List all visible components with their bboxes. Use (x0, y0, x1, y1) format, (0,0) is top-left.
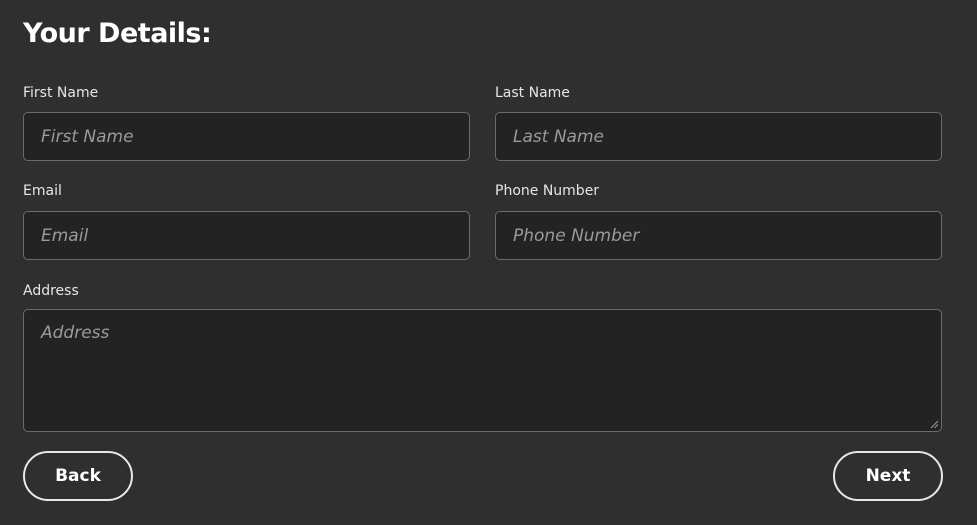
email-group: Email (23, 182, 470, 260)
last-name-label: Last Name (495, 85, 570, 101)
phone-label: Phone Number (495, 183, 600, 199)
first-name-group: First Name (23, 84, 470, 161)
last-name-group: Last Name (495, 84, 942, 161)
resize-grip-icon[interactable] (930, 420, 939, 429)
address-label: Address (23, 283, 79, 299)
first-name-label: First Name (23, 85, 99, 101)
last-name-input[interactable] (495, 112, 942, 161)
first-name-input[interactable] (23, 112, 470, 161)
form-title: Your Details: (23, 18, 212, 49)
address-textarea[interactable] (23, 309, 942, 432)
address-group: Address (23, 282, 942, 432)
phone-group: Phone Number (495, 182, 942, 260)
phone-input[interactable] (495, 211, 942, 260)
email-label: Email (23, 183, 62, 199)
details-form: Your Details: First Name Last Name Email… (23, 0, 943, 525)
email-input[interactable] (23, 211, 470, 260)
back-button[interactable]: Back (23, 451, 133, 501)
next-button[interactable]: Next (833, 451, 943, 501)
